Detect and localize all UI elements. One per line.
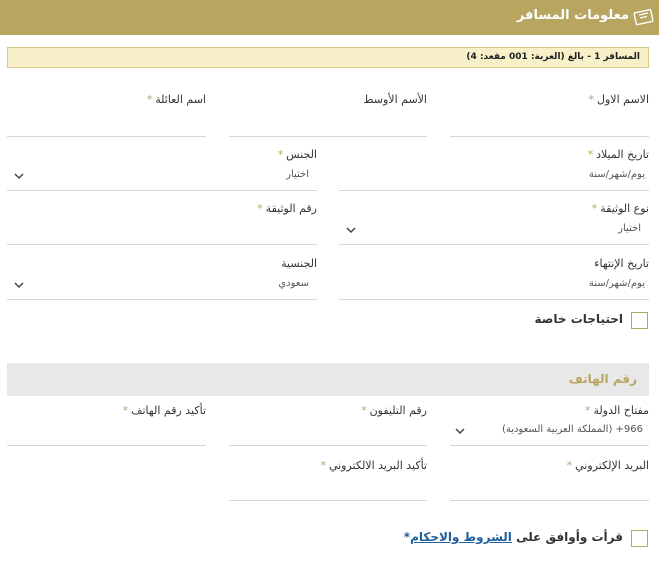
phone-input[interactable] bbox=[229, 425, 427, 446]
terms-checkbox[interactable] bbox=[631, 530, 648, 547]
nationality-select[interactable]: سعودي bbox=[7, 278, 317, 300]
chevron-down-icon bbox=[14, 282, 24, 289]
phone-section-title: رقم الهاتف bbox=[568, 372, 637, 386]
birth-date-placeholder: يوم/شهر/سنة bbox=[588, 169, 645, 180]
gender-selected-value: اختيار bbox=[286, 169, 309, 180]
gender-label: الجنس* bbox=[277, 148, 317, 161]
doc-type-selected-value: اختيار bbox=[618, 223, 641, 234]
email-input[interactable] bbox=[450, 480, 649, 501]
page-title: معلومات المسافر bbox=[516, 8, 629, 23]
phone-label: رقم التليفون* bbox=[361, 404, 427, 417]
phone-confirm-label: تأكيد رقم الهاتف* bbox=[122, 404, 206, 417]
phone-confirm-input[interactable] bbox=[7, 425, 206, 446]
nationality-label: الجنسية bbox=[281, 257, 317, 270]
birth-date-label: تاريخ الميلاد* bbox=[587, 148, 649, 161]
phone-section-header: رقم الهاتف bbox=[7, 363, 649, 396]
middle-name-input[interactable] bbox=[229, 116, 427, 137]
first-name-label: الاسم الاول* bbox=[588, 93, 650, 106]
birth-date-input[interactable]: يوم/شهر/سنة bbox=[339, 169, 649, 191]
country-code-label: مفتاح الدولة* bbox=[585, 404, 649, 417]
chevron-down-icon bbox=[455, 428, 465, 435]
chevron-down-icon bbox=[346, 227, 356, 234]
gender-select[interactable]: اختيار bbox=[7, 169, 317, 191]
email-label: البريد الإلكتروني* bbox=[566, 459, 649, 472]
doc-number-input[interactable] bbox=[7, 224, 317, 245]
passenger-notice-text: المسافر 1 - بالغ (العربة: 001 مقعد: 4) bbox=[466, 52, 640, 62]
special-needs-label: احتياجات خاصة bbox=[534, 312, 623, 326]
ticket-icon bbox=[633, 8, 654, 26]
passenger-notice: المسافر 1 - بالغ (العربة: 001 مقعد: 4) bbox=[7, 47, 649, 68]
email-confirm-label: تأكيد البريد الالكتروني* bbox=[320, 459, 427, 472]
terms-label: قرأت وأوافق على الشروط والاحكام* bbox=[404, 530, 623, 544]
family-name-input[interactable] bbox=[7, 116, 206, 137]
chevron-down-icon bbox=[14, 173, 24, 180]
special-needs-checkbox[interactable] bbox=[631, 312, 648, 329]
terms-prefix: قرأت وأوافق على bbox=[511, 530, 623, 544]
expiry-date-label: تاريخ الإنتهاء bbox=[594, 257, 649, 270]
family-name-label: اسم العائلة* bbox=[146, 93, 206, 106]
expiry-date-placeholder: يوم/شهر/سنة bbox=[588, 278, 645, 289]
first-name-input[interactable] bbox=[450, 116, 649, 137]
email-confirm-input[interactable] bbox=[229, 480, 427, 501]
middle-name-label: الأسم الأوسط bbox=[363, 93, 427, 106]
terms-link[interactable]: الشروط والاحكام bbox=[410, 530, 512, 544]
country-code-selected-value: 966+ (المملكة العربية السعودية) bbox=[501, 424, 643, 435]
country-code-select[interactable]: 966+ (المملكة العربية السعودية) bbox=[450, 424, 649, 446]
doc-type-label: نوع الوثيقة* bbox=[591, 202, 649, 215]
doc-type-select[interactable]: اختيار bbox=[339, 223, 649, 245]
expiry-date-input[interactable]: يوم/شهر/سنة bbox=[339, 278, 649, 300]
nationality-selected-value: سعودي bbox=[278, 278, 309, 289]
doc-number-label: رقم الوثيقة* bbox=[257, 202, 317, 215]
